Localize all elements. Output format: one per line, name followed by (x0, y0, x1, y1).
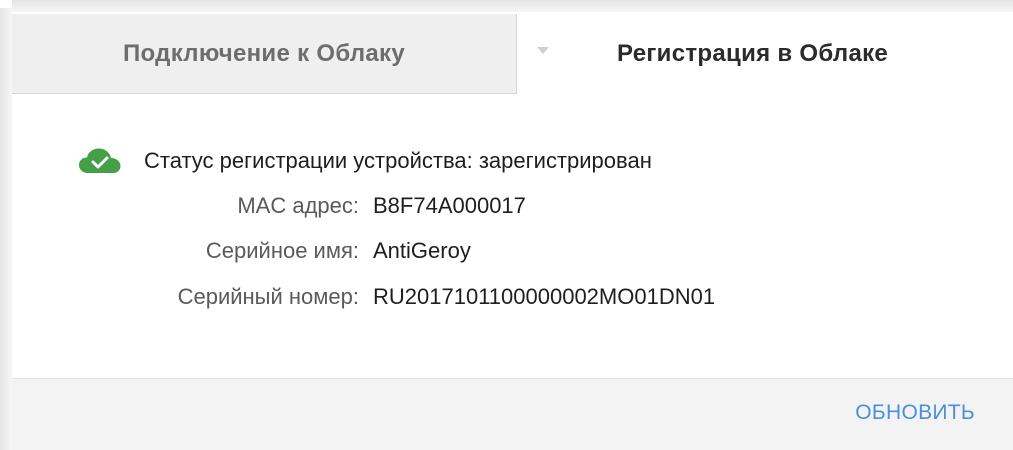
left-shadow (0, 8, 12, 450)
tab-cloud-registration-label: Регистрация в Облаке (617, 40, 889, 67)
status-text: Статус регистрации устройства: зарегистр… (144, 148, 652, 173)
tab-cloud-connection[interactable]: Подключение к Облаку (12, 14, 517, 94)
info-row-mac: MAC адрес: B8F74A000017 (12, 191, 526, 221)
serial-number-label: Серийный номер: (177, 284, 359, 309)
tab-cloud-connection-label: Подключение к Облаку (122, 39, 406, 67)
mac-label: MAC адрес: (237, 193, 359, 218)
dialog-footer: ОБНОВИТЬ (12, 378, 1013, 450)
serial-name-value: AntiGeroy (373, 238, 471, 263)
cloud-check-icon (79, 148, 121, 173)
top-shadow (12, 0, 1013, 12)
cloud-panel: Подключение к Облаку Регистрация в Облак… (12, 12, 1013, 450)
info-row-serial-number: Серийный номер: RU2017101100000002MO01DN… (12, 282, 715, 312)
tab-cloud-registration[interactable]: Регистрация в Облаке (517, 14, 1013, 94)
serial-name-label: Серийное имя: (205, 238, 359, 263)
chevron-down-icon (537, 47, 549, 54)
info-row-serial-name: Серийное имя: AntiGeroy (12, 236, 471, 266)
refresh-button[interactable]: ОБНОВИТЬ (855, 401, 975, 425)
dialog-frame: Подключение к Облаку Регистрация в Облак… (0, 0, 1013, 450)
mac-value: B8F74A000017 (373, 193, 526, 218)
registration-status: Статус регистрации устройства: зарегистр… (78, 146, 652, 176)
serial-number-value: RU2017101100000002MO01DN01 (373, 284, 716, 309)
